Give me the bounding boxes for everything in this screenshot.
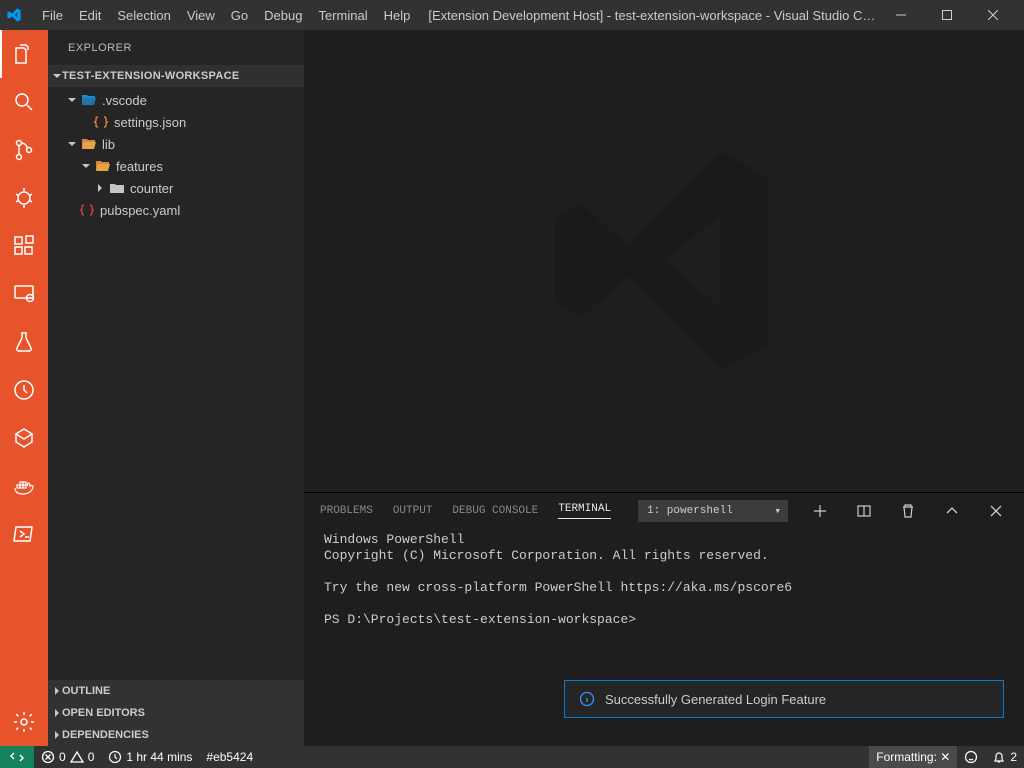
collapsible-dependencies[interactable]: DEPENDENCIES (48, 724, 304, 746)
status-feedback[interactable] (957, 746, 985, 768)
status-formatting[interactable]: Formatting: ✕ (869, 746, 957, 768)
folder-open-icon (80, 137, 98, 151)
tree-folder-features[interactable]: features (48, 155, 304, 177)
terminal-select-label: 1: powershell (647, 505, 733, 517)
tree-label: settings.json (114, 115, 186, 130)
chevron-down-icon (64, 139, 80, 149)
split-terminal-button[interactable] (852, 503, 876, 519)
activity-test-icon[interactable] (0, 318, 48, 366)
menu-go[interactable]: Go (223, 4, 256, 27)
workspace-label: TEST-EXTENSION-WORKSPACE (62, 70, 240, 82)
chevron-right-icon (52, 730, 62, 740)
notification-count: 2 (1010, 750, 1017, 764)
tree-label: lib (102, 137, 115, 152)
tab-output[interactable]: OUTPUT (393, 505, 433, 517)
panel-tab-bar: PROBLEMS OUTPUT DEBUG CONSOLE TERMINAL 1… (304, 493, 1024, 528)
tree-folder-vscode[interactable]: .vscode (48, 89, 304, 111)
folder-open-icon (80, 93, 98, 107)
explorer-sidebar: EXPLORER TEST-EXTENSION-WORKSPACE .vscod… (48, 30, 304, 746)
formatting-text: Formatting: ✕ (876, 750, 950, 764)
activity-powershell-icon[interactable] (0, 510, 48, 558)
chevron-right-icon (52, 686, 62, 696)
collapsible-label: DEPENDENCIES (62, 729, 149, 741)
chevron-down-icon (52, 71, 62, 81)
menu-edit[interactable]: Edit (71, 4, 109, 27)
dropdown-caret-icon: ▾ (774, 504, 781, 518)
activity-extensions-icon[interactable] (0, 222, 48, 270)
menu-terminal[interactable]: Terminal (310, 4, 375, 27)
tab-terminal[interactable]: TERMINAL (558, 503, 611, 519)
minimize-button[interactable] (878, 0, 924, 30)
menu-bar: File Edit Selection View Go Debug Termin… (34, 4, 418, 27)
chevron-right-icon (52, 708, 62, 718)
collapsible-label: OPEN EDITORS (62, 707, 145, 719)
tab-debug-console[interactable]: DEBUG CONSOLE (452, 505, 538, 517)
editor-area: PROBLEMS OUTPUT DEBUG CONSOLE TERMINAL 1… (304, 30, 1024, 746)
tree-folder-lib[interactable]: lib (48, 133, 304, 155)
chevron-down-icon (64, 95, 80, 105)
activity-bar (0, 30, 48, 746)
tree-label: pubspec.yaml (100, 203, 180, 218)
status-notifications[interactable]: 2 (985, 746, 1024, 768)
yaml-file-icon (78, 203, 96, 217)
file-tree: .vscode settings.json lib features count… (48, 87, 304, 223)
panel-close-button[interactable] (984, 504, 1008, 518)
activity-debug-icon[interactable] (0, 174, 48, 222)
folder-icon (108, 181, 126, 195)
vscode-logo-icon (6, 7, 22, 23)
new-terminal-button[interactable] (808, 503, 832, 519)
tree-label: counter (130, 181, 173, 196)
activity-explorer-icon[interactable] (0, 30, 48, 78)
git-branch-text: #eb5424 (206, 750, 253, 764)
welcome-background (304, 30, 1024, 492)
kill-terminal-button[interactable] (896, 503, 920, 519)
info-icon (579, 691, 595, 707)
status-problems[interactable]: 0 0 (34, 746, 101, 768)
warning-count: 0 (88, 750, 95, 764)
toast-text: Successfully Generated Login Feature (605, 692, 826, 707)
status-bar: 0 0 1 hr 44 mins #eb5424 Formatting: ✕ 2 (0, 746, 1024, 768)
activity-remote-icon[interactable] (0, 270, 48, 318)
tree-folder-counter[interactable]: counter (48, 177, 304, 199)
menu-help[interactable]: Help (376, 4, 419, 27)
menu-view[interactable]: View (179, 4, 223, 27)
collapsible-open-editors[interactable]: OPEN EDITORS (48, 702, 304, 724)
menu-file[interactable]: File (34, 4, 71, 27)
activity-settings-icon[interactable] (0, 698, 48, 746)
tree-label: .vscode (102, 93, 147, 108)
window-title: [Extension Development Host] - test-exte… (418, 8, 878, 23)
maximize-button[interactable] (924, 0, 970, 30)
status-git-branch[interactable]: #eb5424 (199, 746, 260, 768)
json-file-icon (92, 115, 110, 129)
remote-indicator[interactable] (0, 746, 34, 768)
activity-source-control-icon[interactable] (0, 126, 48, 174)
terminal-select[interactable]: 1: powershell ▾ (638, 500, 788, 522)
tree-file-pubspec[interactable]: pubspec.yaml (48, 199, 304, 221)
activity-bookmark-icon[interactable] (0, 414, 48, 462)
tree-file-settings[interactable]: settings.json (48, 111, 304, 133)
folder-open-icon (94, 159, 112, 173)
status-time[interactable]: 1 hr 44 mins (101, 746, 199, 768)
panel-maximize-button[interactable] (940, 503, 964, 519)
menu-selection[interactable]: Selection (109, 4, 178, 27)
title-bar: File Edit Selection View Go Debug Termin… (0, 0, 1024, 30)
workspace-header[interactable]: TEST-EXTENSION-WORKSPACE (48, 65, 304, 87)
vscode-watermark-icon (534, 131, 794, 391)
chevron-right-icon (92, 183, 108, 193)
menu-debug[interactable]: Debug (256, 4, 310, 27)
activity-timeline-icon[interactable] (0, 366, 48, 414)
error-count: 0 (59, 750, 66, 764)
activity-docker-icon[interactable] (0, 462, 48, 510)
notification-toast[interactable]: Successfully Generated Login Feature (564, 680, 1004, 718)
collapsible-label: OUTLINE (62, 685, 110, 697)
tab-problems[interactable]: PROBLEMS (320, 505, 373, 517)
activity-search-icon[interactable] (0, 78, 48, 126)
chevron-down-icon (78, 161, 94, 171)
collapsible-outline[interactable]: OUTLINE (48, 680, 304, 702)
tree-label: features (116, 159, 163, 174)
close-button[interactable] (970, 0, 1016, 30)
time-text: 1 hr 44 mins (126, 750, 192, 764)
explorer-title: EXPLORER (48, 30, 304, 65)
